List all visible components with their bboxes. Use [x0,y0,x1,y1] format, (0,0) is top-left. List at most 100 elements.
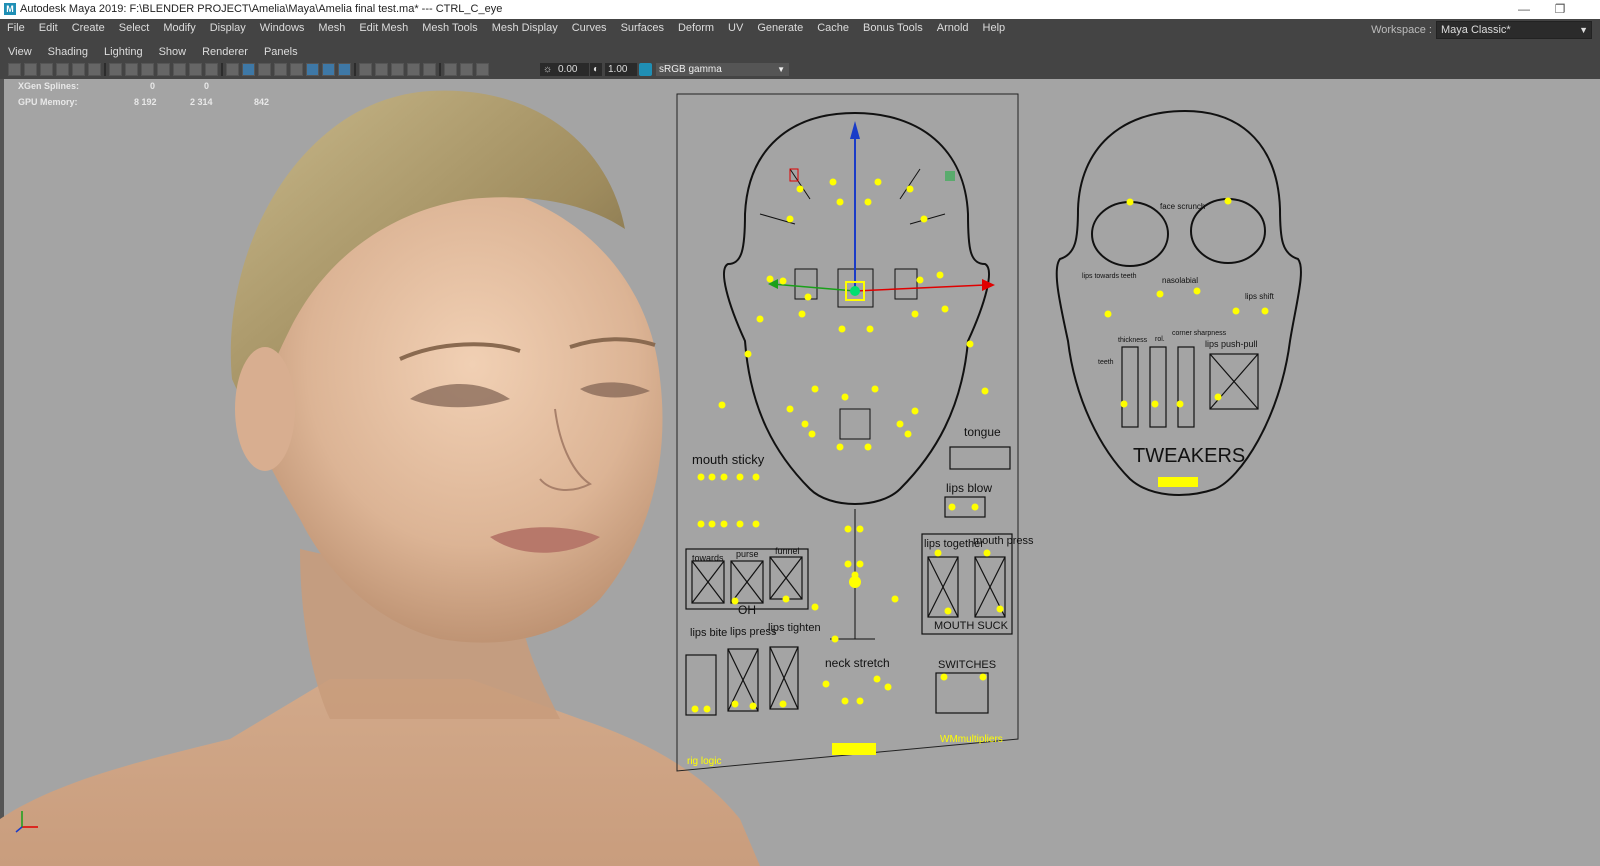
rig-control-handle[interactable] [940,673,948,681]
menu-windows[interactable]: Windows [253,19,312,38]
rig-control-handle[interactable] [844,560,852,568]
rig-control-handle[interactable] [844,525,852,533]
menu-generate[interactable]: Generate [750,19,810,38]
exposure-icon[interactable]: ☼ [540,63,556,76]
rig-control-handle[interactable] [782,595,790,603]
rig-control-handle[interactable] [752,473,760,481]
workspace-dropdown[interactable]: Maya Classic* ▼ [1436,21,1592,39]
rig-control-handle[interactable] [856,697,864,705]
color-management-icon[interactable] [639,63,652,76]
rig-control-handle[interactable] [896,420,904,428]
gate-mask-icon[interactable] [157,63,170,76]
rig-control-handle[interactable] [1214,393,1222,401]
rig-control-handle[interactable] [920,215,928,223]
menu-modify[interactable]: Modify [156,19,202,38]
rig-control-handle[interactable] [697,520,705,528]
panel-menu-lighting[interactable]: Lighting [96,44,151,61]
menu-mesh-display[interactable]: Mesh Display [485,19,565,38]
rig-control-handle[interactable] [786,405,794,413]
safe-title-icon[interactable] [205,63,218,76]
rig-control-handle[interactable] [779,277,787,285]
rig-control-handle[interactable] [1193,287,1201,295]
rig-control-handle[interactable] [911,310,919,318]
menu-cache[interactable]: Cache [810,19,856,38]
rig-control-handle[interactable] [736,473,744,481]
menu-display[interactable]: Display [203,19,253,38]
rig-control-handle[interactable] [884,683,892,691]
gamma-field[interactable]: 1.00 [605,63,637,76]
menu-bonus-tools[interactable]: Bonus Tools [856,19,930,38]
rig-control-handle[interactable] [1126,198,1134,206]
rig-control-handle[interactable] [752,520,760,528]
rig-control-handle[interactable] [822,680,830,688]
rig-control-handle[interactable] [871,385,879,393]
rig-control-handle[interactable] [708,473,716,481]
screen-space-ao-icon[interactable] [338,63,351,76]
rig-control-handle[interactable] [1151,400,1159,408]
motion-blur-icon[interactable] [359,63,372,76]
rig-control-handle[interactable] [841,697,849,705]
rig-control-handle-large[interactable] [849,576,861,588]
gamma-icon[interactable]: ◐ [590,63,603,76]
menu-mesh[interactable]: Mesh [311,19,352,38]
rig-control-handle[interactable] [838,325,846,333]
rig-control-handle[interactable] [856,560,864,568]
rig-control-handle[interactable] [1156,290,1164,298]
rig-control-handle[interactable] [836,443,844,451]
rig-control-handle[interactable] [779,700,787,708]
grease-pencil-icon[interactable] [72,63,85,76]
rig-control-handle[interactable] [983,549,991,557]
rig-control-handle[interactable] [904,430,912,438]
smooth-shade-icon[interactable] [242,63,255,76]
rig-control-handle[interactable] [1224,197,1232,205]
rig-control-handle[interactable] [756,315,764,323]
film-gate-icon[interactable] [125,63,138,76]
menu-select[interactable]: Select [112,19,157,38]
panel-menu-show[interactable]: Show [151,44,195,61]
panel-menu-view[interactable]: View [0,44,40,61]
rig-control-handle[interactable] [697,473,705,481]
shadows-icon[interactable] [322,63,335,76]
rig-control-handle[interactable] [718,401,726,409]
xray-components-icon[interactable] [460,63,473,76]
rig-control-handle[interactable] [864,198,872,206]
minimize-button[interactable]: — [1510,1,1538,17]
rig-control-handle[interactable] [911,407,919,415]
rig-control-handle[interactable] [811,603,819,611]
use-all-lights-icon[interactable] [306,63,319,76]
rig-control-handle[interactable] [766,275,774,283]
camera-attributes-icon[interactable] [24,63,37,76]
rig-control-handle[interactable] [798,310,806,318]
rig-control-handle[interactable] [736,520,744,528]
rig-control-handle[interactable] [841,393,849,401]
rig-control-handle[interactable] [811,385,819,393]
rig-control-handle[interactable] [873,675,881,683]
rig-control-handle[interactable] [916,276,924,284]
rig-control-handle[interactable] [731,700,739,708]
exposure-field[interactable]: 0.00 [555,63,589,76]
menu-deform[interactable]: Deform [671,19,721,38]
backface-culling-icon[interactable] [476,63,489,76]
rig-control-handle[interactable] [948,503,956,511]
menu-uv[interactable]: UV [721,19,750,38]
rig-control-handle[interactable] [941,305,949,313]
rig-control-handle[interactable] [831,635,839,643]
menu-arnold[interactable]: Arnold [930,19,976,38]
rig-control-handle[interactable] [944,607,952,615]
3d-viewport[interactable]: mouth sticky tongue lips blow towards pu… [0,79,1600,866]
rig-control-handle[interactable] [1232,307,1240,315]
rig-control-handle[interactable] [708,520,716,528]
multisample-aa-icon[interactable] [375,63,388,76]
rig-control-handle[interactable] [856,525,864,533]
rig-control-handle[interactable] [786,215,794,223]
camera-select-icon[interactable] [8,63,21,76]
isolate-select-icon[interactable] [407,63,420,76]
rig-control-handle[interactable] [996,605,1004,613]
rig-control-handle[interactable] [864,443,872,451]
resolution-gate-icon[interactable] [141,63,154,76]
rig-control-handle[interactable] [934,549,942,557]
xray-joints-icon[interactable] [444,63,457,76]
menu-file[interactable]: File [0,19,32,38]
rig-control-handle[interactable] [1120,400,1128,408]
wireframe-icon[interactable] [226,63,239,76]
